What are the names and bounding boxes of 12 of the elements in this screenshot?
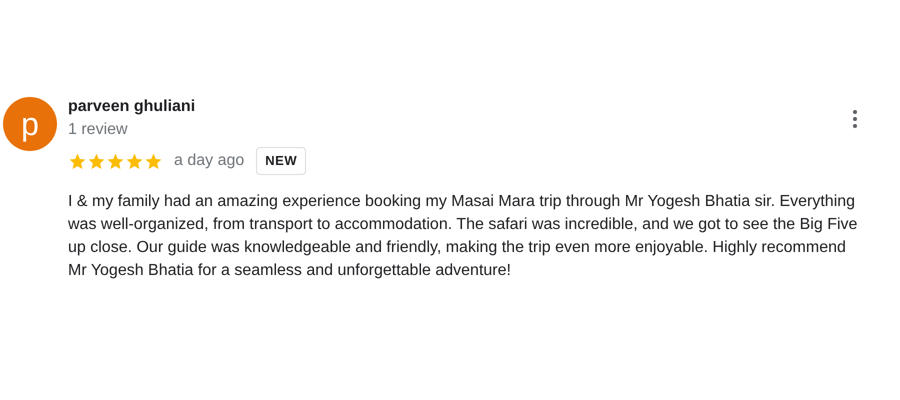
- new-badge: NEW: [256, 147, 306, 175]
- star-icon: [106, 152, 125, 170]
- author-name[interactable]: parveen ghuliani: [68, 97, 868, 117]
- star-icon: [125, 152, 144, 170]
- star-icon: [87, 152, 106, 170]
- avatar: p: [3, 97, 57, 151]
- review-count: 1 review: [68, 120, 129, 140]
- star-icon: [68, 152, 87, 170]
- more-options-icon[interactable]: [851, 109, 859, 129]
- review-time: a day ago: [174, 151, 244, 171]
- star-icon: [144, 152, 163, 170]
- review-text: I & my family had an amazing experience booking my Masai Mara trip through Mr Yogesh Bhatia sir. Everything was well-organized, from transport to accommodation. The safari was incredible, and we got to see the Big Five up close. Our guide was knowledgeable and friendly, making the trip even more enjoyable. Highly recommend Mr Yogesh Bhatia for a seamless and unforgettable adventure!: [68, 192, 858, 281]
